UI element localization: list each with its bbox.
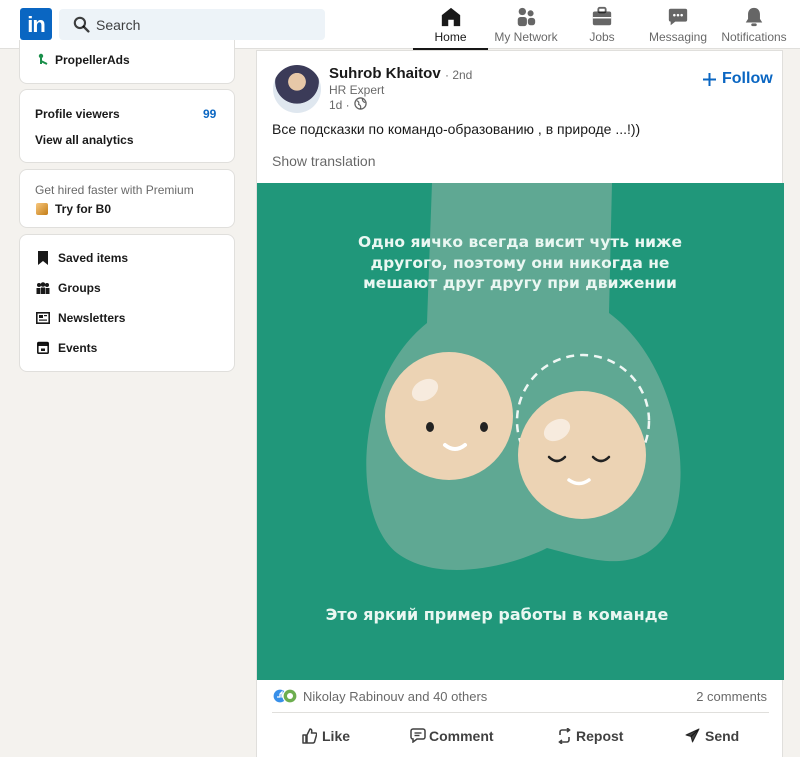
nav-home-label: Home: [434, 30, 467, 44]
plus-icon: [703, 73, 716, 86]
like-label: Like: [322, 728, 351, 744]
shortcuts-card: Saved items Groups Newsletters Events: [19, 234, 235, 372]
comments-count[interactable]: 2 comments: [696, 689, 767, 704]
image-top-line-2: другого, поэтому они никогда не: [371, 254, 670, 272]
propellerads-icon: [38, 53, 48, 65]
events-link[interactable]: Events: [20, 339, 234, 359]
nav-home[interactable]: Home: [413, 0, 488, 50]
reaction-icons: [272, 688, 298, 704]
globe-icon: [354, 97, 367, 110]
image-top-line-1: Одно яичко всегда висит чуть ниже: [358, 233, 682, 251]
repost-button[interactable]: Repost: [557, 725, 647, 747]
profile-viewers-count[interactable]: 99: [203, 107, 216, 121]
company-card: PropellerAds: [19, 40, 235, 84]
like-icon: [302, 728, 317, 744]
like-button[interactable]: Like: [302, 725, 372, 747]
newsletters-label: Newsletters: [58, 311, 126, 325]
actions-divider: [272, 712, 769, 713]
newsletter-icon: [36, 312, 50, 324]
send-label: Send: [705, 728, 740, 744]
search-box[interactable]: Search: [59, 9, 325, 40]
events-icon: [37, 341, 49, 354]
right-ball: [518, 391, 646, 519]
author-name[interactable]: Suhrob Khaitov: [329, 65, 441, 82]
feed-post: Suhrob Khaitov · 2nd HR Expert 1d · Foll…: [256, 50, 784, 757]
show-translation-link[interactable]: Show translation: [272, 153, 376, 169]
author-headline: HR Expert: [329, 83, 385, 97]
nav-messaging-label: Messaging: [648, 30, 708, 44]
bell-icon: [745, 7, 763, 27]
comment-button[interactable]: Comment: [410, 725, 520, 747]
analytics-card: Profile viewers 99 View all analytics: [19, 89, 235, 163]
premium-text: Get hired faster with Premium: [35, 183, 194, 197]
repost-icon: [558, 728, 571, 744]
profile-viewers-label[interactable]: Profile viewers: [35, 107, 120, 121]
follow-label: Follow: [722, 70, 773, 87]
image-bottom-text: Это яркий пример работы в команде: [326, 605, 669, 624]
premium-cta[interactable]: Try for B0: [55, 202, 111, 216]
nav-my-network[interactable]: My Network: [488, 0, 564, 49]
network-icon: [517, 7, 536, 27]
saved-items-label: Saved items: [58, 251, 129, 265]
comment-label: Comment: [429, 728, 494, 744]
post-image[interactable]: Одно яичко всегда висит чуть ниже другог…: [257, 183, 784, 680]
saved-items-link[interactable]: Saved items: [20, 249, 234, 269]
company-name[interactable]: PropellerAds: [55, 53, 130, 67]
author-avatar[interactable]: [273, 65, 321, 113]
image-top-line-3: мешают друг другу при движении: [363, 274, 677, 292]
view-analytics-link[interactable]: View all analytics: [35, 133, 134, 147]
left-ball: [385, 352, 513, 480]
premium-card[interactable]: Get hired faster with Premium Try for B0: [19, 169, 235, 228]
groups-link[interactable]: Groups: [20, 279, 234, 299]
send-button[interactable]: Send: [685, 725, 755, 747]
send-icon: [685, 728, 700, 743]
bookmark-icon: [38, 251, 48, 265]
nav-notifications[interactable]: Notifications: [716, 0, 792, 49]
events-label: Events: [58, 341, 98, 355]
newsletters-link[interactable]: Newsletters: [20, 309, 234, 329]
groups-label: Groups: [58, 281, 101, 295]
linkedin-logo[interactable]: in: [20, 8, 52, 40]
reactions-summary[interactable]: Nikolay Rabinouv and 40 others: [272, 688, 532, 706]
reactions-text: Nikolay Rabinouv and 40 others: [303, 689, 488, 704]
comment-icon: [410, 728, 426, 743]
post-time: 1d ·: [329, 98, 350, 112]
nav-messaging[interactable]: Messaging: [645, 0, 711, 49]
nav-my-network-label: My Network: [494, 30, 558, 44]
premium-icon: [36, 203, 48, 215]
messaging-icon: [668, 8, 688, 26]
post-text: Все подсказки по командо-образованию , в…: [272, 121, 641, 137]
nav-jobs[interactable]: Jobs: [572, 0, 632, 49]
nav-jobs-label: Jobs: [589, 30, 615, 44]
search-icon: [73, 16, 90, 33]
home-icon: [441, 7, 460, 27]
search-input[interactable]: Search: [96, 17, 140, 33]
connection-degree: · 2nd: [445, 68, 473, 82]
repost-label: Repost: [576, 728, 624, 744]
groups-icon: [36, 282, 50, 294]
jobs-icon: [592, 6, 612, 26]
nav-notifications-label: Notifications: [721, 30, 787, 44]
